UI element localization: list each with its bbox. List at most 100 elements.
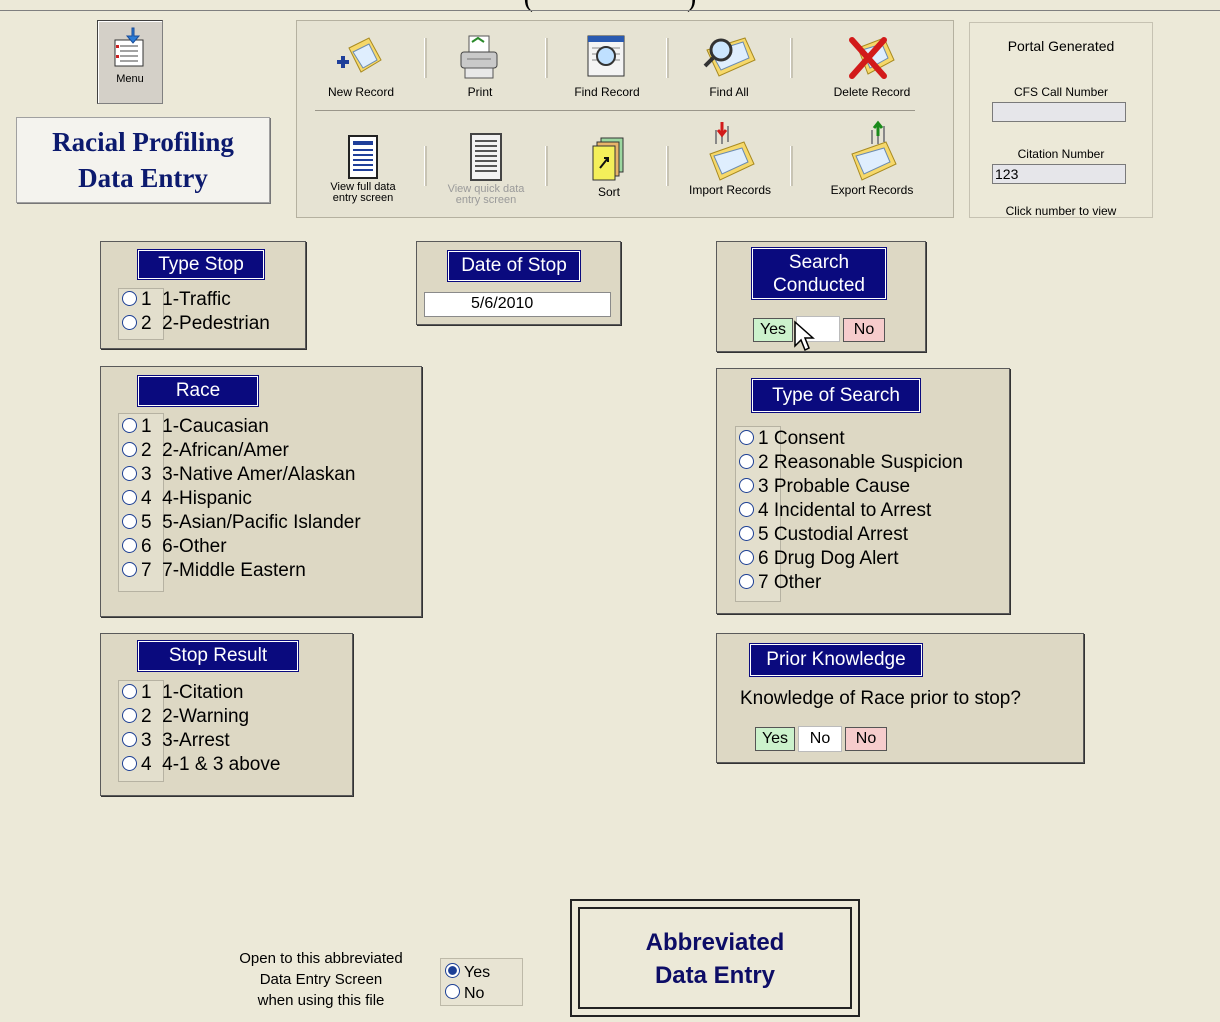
option-label: 1-Citation (162, 682, 244, 703)
radio-button[interactable] (122, 442, 137, 457)
radio-button[interactable] (122, 291, 137, 306)
option-label: 7-Middle Eastern (162, 560, 306, 581)
view-quick-entry-button[interactable]: View quick data entry screen (436, 132, 536, 206)
race-option[interactable]: 2 2-African/Amer (122, 439, 289, 463)
open-setting-options: Yes No (440, 958, 523, 1006)
prior-knowledge-value[interactable]: No (798, 726, 842, 752)
sort-button[interactable]: Sort (576, 136, 642, 198)
type-of-search-option[interactable]: 4 Incidental to Arrest (739, 499, 931, 523)
radio-button[interactable] (122, 756, 137, 771)
radio-button[interactable] (122, 732, 137, 747)
radio-button[interactable] (122, 490, 137, 505)
radio-button[interactable] (122, 562, 137, 577)
abbreviated-line1: Abbreviated (645, 929, 785, 956)
abbreviated-data-entry-button[interactable]: Abbreviated Data Entry (570, 899, 860, 1017)
type-of-search-option[interactable]: 3 Probable Cause (739, 475, 910, 499)
option-label: 6-Other (162, 536, 227, 557)
option-label: Custodial Arrest (773, 524, 908, 545)
type-of-search-option[interactable]: 6 Drug Dog Alert (739, 547, 898, 571)
date-of-stop-field[interactable]: 5/6/2010 (424, 292, 611, 317)
race-option[interactable]: 6 6-Other (122, 535, 227, 559)
export-records-label: Export Records (830, 183, 914, 197)
abbreviated-data-entry-inner: Abbreviated Data Entry (578, 907, 852, 1009)
view-full-entry-button[interactable]: View full data entry screen (316, 134, 410, 204)
print-button[interactable]: Print (440, 32, 520, 98)
prior-knowledge-yes-button[interactable]: Yes (755, 727, 795, 751)
radio-button[interactable] (739, 502, 754, 517)
radio-button[interactable] (122, 684, 137, 699)
race-option[interactable]: 4 4-Hispanic (122, 487, 252, 511)
radio-button[interactable] (739, 430, 754, 445)
race-option[interactable]: 7 7-Middle Eastern (122, 559, 306, 583)
type-of-search-option[interactable]: 5 Custodial Arrest (739, 523, 908, 547)
radio-button-selected[interactable] (445, 963, 460, 978)
mouse-cursor-icon (794, 320, 815, 352)
radio-button[interactable] (739, 454, 754, 469)
radio-button[interactable] (739, 526, 754, 541)
option-label: Drug Dog Alert (773, 548, 899, 569)
radio-button[interactable] (122, 418, 137, 433)
find-record-button[interactable]: Find Record (562, 32, 652, 98)
type-of-search-option[interactable]: 1 Consent (739, 427, 845, 451)
menu-button[interactable]: Menu (97, 20, 163, 104)
radio-button[interactable] (122, 538, 137, 553)
new-record-icon (337, 37, 382, 73)
menu-label: Menu (116, 73, 144, 85)
stop-result-option[interactable]: 3 3-Arrest (122, 729, 230, 753)
open-setting-label-line2: Data Entry Screen (259, 971, 383, 988)
search-conducted-title: Search Conducted (751, 247, 887, 300)
race-option[interactable]: 5 5-Asian/Pacific Islander (122, 511, 361, 535)
stop-result-option[interactable]: 4 4-1 & 3 above (122, 753, 280, 777)
radio-button[interactable] (739, 478, 754, 493)
citation-number-label: Citation Number (1017, 147, 1105, 161)
find-all-button[interactable]: Find All (684, 32, 774, 98)
delete-record-button[interactable]: Delete Record (820, 32, 924, 98)
full-entry-screen-icon (348, 135, 378, 179)
find-record-label: Find Record (574, 85, 640, 99)
export-records-button[interactable]: Export Records (818, 120, 926, 196)
radio-button[interactable] (739, 550, 754, 565)
app-title-line1: Racial Profiling (52, 127, 234, 157)
type-of-search-option[interactable]: 7 Other (739, 571, 821, 595)
search-no-button[interactable]: No (843, 318, 885, 342)
prior-knowledge-no-button[interactable]: No (845, 727, 887, 751)
search-yes-button[interactable]: Yes (753, 318, 793, 342)
radio-button[interactable] (122, 708, 137, 723)
toolbar-separator (790, 38, 793, 78)
citation-number-field[interactable]: 123 (992, 164, 1126, 184)
new-record-button[interactable]: New Record (316, 34, 406, 98)
prior-knowledge-question: Knowledge of Race prior to stop? (740, 688, 1021, 709)
option-label: 3-Native Amer/Alaskan (162, 464, 356, 485)
portal-title: Portal Generated (1007, 38, 1115, 54)
import-records-icon (709, 122, 755, 181)
stop-result-option[interactable]: 1 1-Citation (122, 681, 243, 705)
open-setting-no-option[interactable]: No (445, 983, 522, 1004)
radio-button[interactable] (445, 984, 460, 999)
radio-button[interactable] (122, 466, 137, 481)
option-label: 2-Warning (162, 706, 250, 727)
type-of-search-title: Type of Search (751, 378, 921, 413)
import-records-button[interactable]: Import Records (676, 120, 784, 196)
top-divider (0, 10, 1220, 11)
option-label: 2-African/Amer (162, 440, 289, 461)
print-label: Print (467, 85, 493, 99)
type-of-search-option[interactable]: 2 Reasonable Suspicion (739, 451, 963, 475)
type-stop-option[interactable]: 2 2-Pedestrian (122, 312, 270, 336)
new-record-label: New Record (327, 85, 395, 99)
radio-button[interactable] (122, 514, 137, 529)
printer-icon (460, 35, 498, 79)
cfs-call-number-field[interactable] (992, 102, 1126, 122)
open-setting-yes-option[interactable]: Yes (445, 962, 522, 983)
radio-button[interactable] (739, 574, 754, 589)
sort-icon (592, 137, 624, 181)
toolbar-separator (545, 146, 548, 186)
view-full-entry-label-2: entry screen (332, 192, 394, 204)
race-option[interactable]: 3 3-Native Amer/Alaskan (122, 463, 355, 487)
type-stop-option[interactable]: 1 1-Traffic (122, 288, 231, 312)
toolbar-separator (666, 38, 669, 78)
radio-button[interactable] (122, 315, 137, 330)
option-label: 1-Traffic (162, 289, 231, 310)
race-option[interactable]: 1 1-Caucasian (122, 415, 269, 439)
stop-result-option[interactable]: 2 2-Warning (122, 705, 249, 729)
option-label: Other (773, 572, 822, 593)
